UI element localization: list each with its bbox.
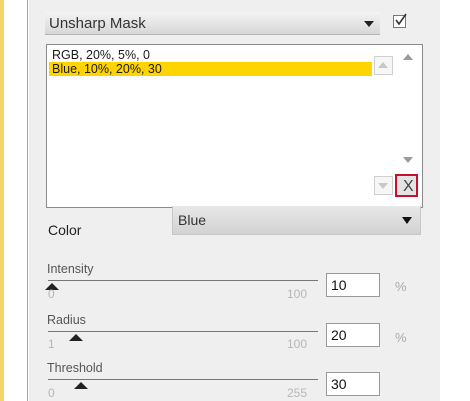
radius-slider-track[interactable] — [48, 331, 318, 332]
intensity-unit: % — [395, 279, 407, 294]
settings-list[interactable]: RGB, 20%, 5%, 0 Blue, 10%, 20%, 30 — [46, 44, 423, 208]
enable-filter-checkbox[interactable] — [393, 13, 407, 28]
list-item[interactable]: RGB, 20%, 5%, 0 — [49, 48, 372, 62]
radius-input[interactable]: 20 — [326, 323, 380, 347]
close-icon: X — [403, 178, 414, 195]
move-up-icon[interactable] — [403, 54, 413, 60]
filter-preset-dropdown[interactable]: Unsharp Mask — [45, 12, 380, 35]
arrow-down-icon — [378, 183, 388, 189]
arrow-up-icon — [378, 62, 388, 68]
threshold-input[interactable]: 30 — [326, 372, 380, 396]
move-down-icon[interactable] — [403, 157, 413, 163]
list-scroll-down-button[interactable] — [374, 176, 393, 195]
panel-edge-accent — [0, 0, 4, 401]
radius-unit: % — [395, 330, 407, 345]
color-channel-dropdown[interactable]: Blue — [172, 206, 421, 235]
color-value: Blue — [178, 212, 207, 228]
check-icon — [395, 13, 407, 26]
unsharp-mask-panel: Unsharp Mask RGB, 20%, 5%, 0 Blue, 10%, … — [29, 0, 440, 401]
color-label: Color — [48, 222, 82, 238]
threshold-max: 255 — [287, 386, 308, 400]
intensity-slider-track[interactable] — [48, 280, 318, 281]
list-item-selected[interactable]: Blue, 10%, 20%, 30 — [49, 62, 372, 76]
intensity-max: 100 — [287, 287, 308, 301]
filter-preset-label: Unsharp Mask — [49, 15, 146, 32]
delete-setting-button[interactable]: X — [395, 174, 418, 197]
chevron-down-icon[interactable] — [364, 21, 374, 27]
intensity-label: Intensity — [47, 262, 94, 276]
threshold-slider-track[interactable] — [48, 379, 318, 380]
radius-slider-thumb[interactable] — [69, 334, 83, 341]
radius-label: Radius — [47, 313, 86, 327]
list-scroll-up-button[interactable] — [374, 56, 393, 75]
radius-min: 1 — [48, 337, 55, 351]
threshold-label: Threshold — [47, 361, 103, 375]
panel-divider — [27, 0, 28, 401]
radius-max: 100 — [287, 337, 308, 351]
intensity-min: 0 — [48, 287, 55, 301]
intensity-input[interactable]: 10 — [326, 273, 380, 297]
chevron-down-icon — [402, 217, 412, 224]
threshold-min: 0 — [48, 386, 55, 400]
threshold-slider-thumb[interactable] — [74, 382, 88, 389]
